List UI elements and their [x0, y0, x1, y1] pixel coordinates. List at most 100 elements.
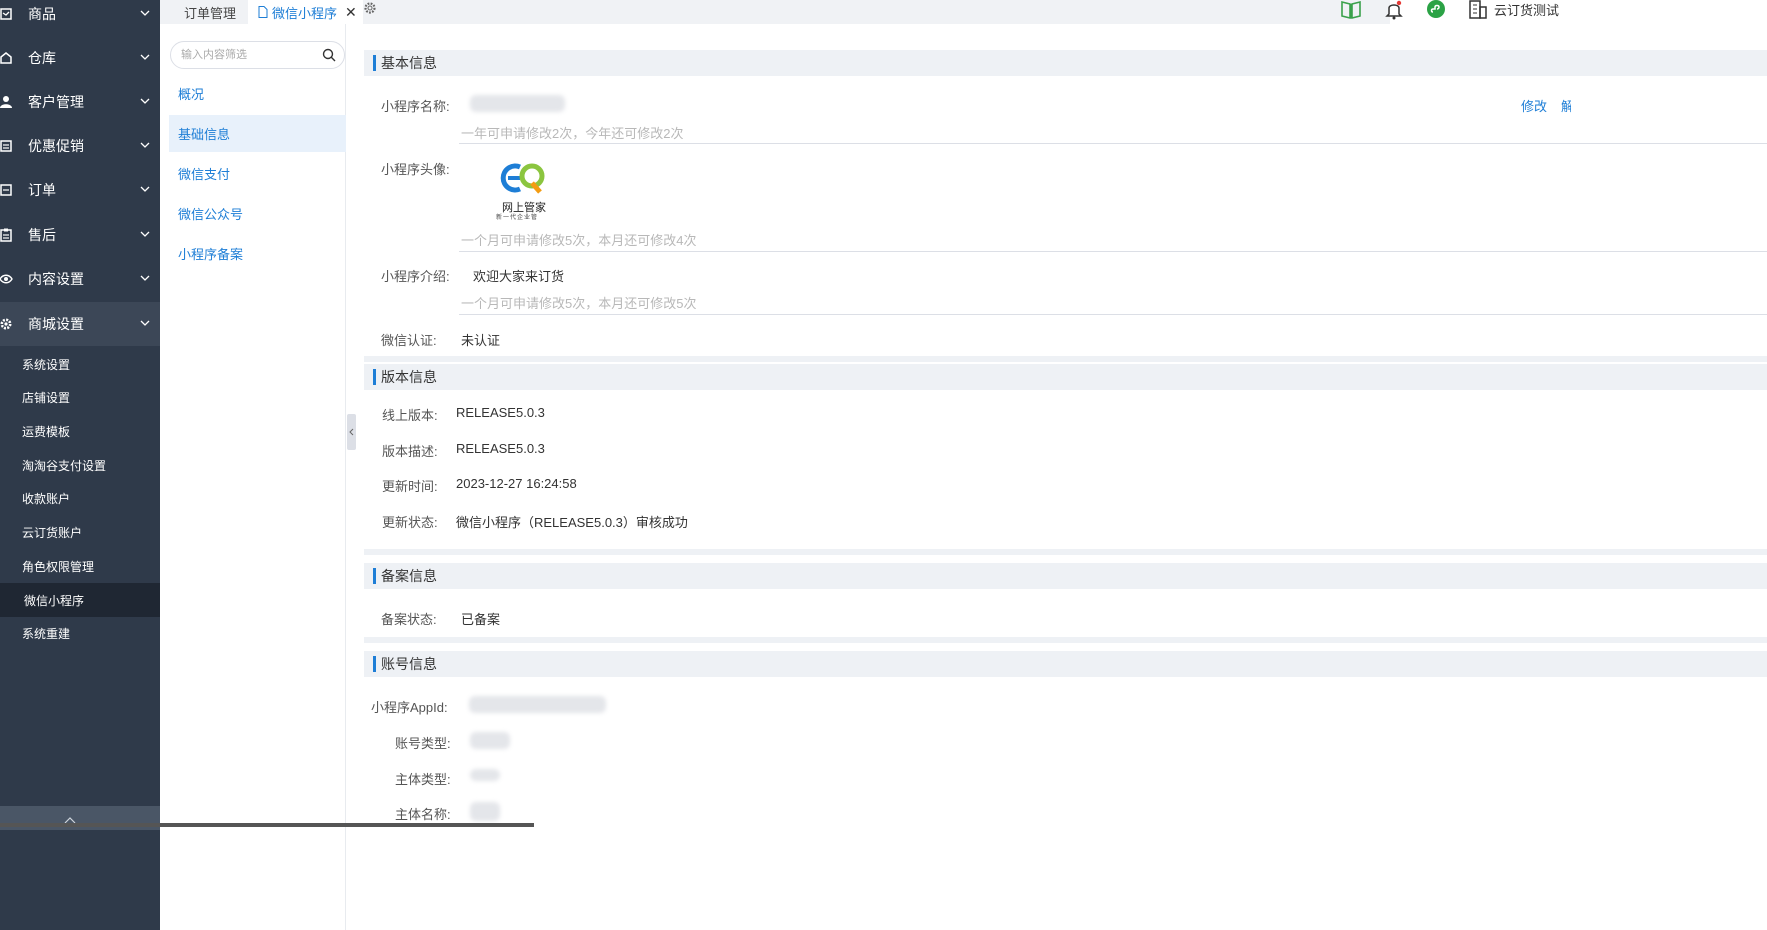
- update-time-label: 更新时间:: [382, 479, 438, 494]
- subject-name-label: 主体名称:: [395, 807, 451, 822]
- submenu-item-label: 系统重建: [22, 626, 71, 641]
- sidebar-item-label: 订单: [28, 182, 56, 198]
- sidebar-item-store-settings[interactable]: 商城设置: [0, 302, 160, 346]
- wechat-cert-label: 微信认证:: [381, 333, 437, 348]
- submenu-item-shop-settings[interactable]: 店铺设置: [0, 380, 160, 414]
- submenu-item-receiving-account[interactable]: 收款账户: [0, 481, 160, 515]
- intro-modify-hint: 一个月可申请修改5次，本月还可修改5次: [461, 296, 697, 311]
- submenu-item-payment-settings[interactable]: 淘淘谷支付设置: [0, 448, 160, 482]
- section-title: 版本信息: [381, 369, 437, 385]
- submenu-item-label: 淘淘谷支付设置: [22, 458, 107, 473]
- nav-label: 基础信息: [178, 127, 231, 142]
- sidebar-item-warehouse[interactable]: 仓库: [0, 36, 160, 80]
- name-modify-hint: 一年可申请修改2次，今年还可修改2次: [461, 126, 684, 141]
- tab-wechat-miniprogram[interactable]: 微信小程序 ✕: [248, 0, 363, 24]
- sidebar-item-customers[interactable]: 客户管理: [0, 80, 160, 124]
- tab-order-management[interactable]: 订单管理: [184, 0, 236, 24]
- subnav-collapse-handle[interactable]: [347, 414, 356, 450]
- submenu-item-label: 角色权限管理: [22, 559, 95, 574]
- edit-name-link[interactable]: 修改: [1521, 96, 1547, 115]
- section-header-account: 账号信息: [364, 651, 1767, 677]
- section-accent-bar: [373, 369, 376, 385]
- search-icon[interactable]: [322, 48, 336, 62]
- sidebar-item-label: 售后: [28, 227, 56, 243]
- close-icon[interactable]: ✕: [345, 4, 357, 21]
- chevron-down-icon: [140, 142, 150, 148]
- section-title: 基本信息: [381, 55, 437, 71]
- sidebar-item-goods[interactable]: 商品: [0, 0, 160, 36]
- online-version-label: 线上版本:: [382, 408, 438, 423]
- eye-icon: [0, 274, 13, 284]
- section-separator: [364, 549, 1767, 555]
- tab-strip: 订单管理 微信小程序 ✕: [160, 0, 1390, 24]
- submenu-item-cloud-account[interactable]: 云订货账户: [0, 515, 160, 549]
- version-desc-value: RELEASE5.0.3: [456, 441, 545, 456]
- submenu-item-system-rebuild[interactable]: 系统重建: [0, 616, 160, 650]
- nav-wechat-official-account[interactable]: 微信公众号: [169, 195, 346, 232]
- update-status-value: 微信小程序（RELEASE5.0.3）审核成功: [456, 515, 688, 530]
- order-icon: [0, 184, 12, 196]
- building-icon[interactable]: [1467, 0, 1489, 20]
- section-accent-bar: [373, 55, 376, 71]
- miniprogram-name-value-redacted: [470, 95, 565, 112]
- divider: [459, 314, 1767, 315]
- warehouse-icon: [0, 52, 12, 64]
- nav-label: 微信支付: [178, 167, 231, 182]
- submenu-item-shipping-template[interactable]: 运费模板: [0, 414, 160, 448]
- unbind-link[interactable]: 解: [1561, 96, 1571, 115]
- section-separator: [364, 637, 1767, 643]
- wechat-cert-value: 未认证: [461, 333, 501, 348]
- document-icon: [258, 6, 268, 18]
- tab-label: 订单管理: [184, 5, 237, 21]
- sidebar-item-orders[interactable]: 订单: [0, 168, 160, 212]
- tab-label: 微信小程序: [272, 5, 338, 21]
- section-header-version: 版本信息: [364, 364, 1767, 390]
- miniprogram-avatar[interactable]: 网上管家 新一代企业管: [496, 159, 548, 223]
- nav-overview[interactable]: 概况: [169, 75, 346, 112]
- chevron-down-icon: [140, 10, 150, 16]
- chevron-left-icon: [349, 428, 354, 436]
- account-type-label: 账号类型:: [395, 736, 451, 751]
- submenu-item-label: 运费模板: [22, 424, 71, 439]
- user-icon: [0, 96, 12, 108]
- chevron-down-icon: [140, 320, 150, 326]
- divider: [459, 251, 1767, 252]
- search-input[interactable]: [181, 46, 321, 64]
- top-bar: 订单管理 微信小程序 ✕ 云订货测试: [160, 0, 1767, 24]
- brand-logo-icon: [500, 163, 545, 194]
- main-content: 基本信息 小程序名称: 修改 解 一年可申请修改2次，今年还可修改2次 小程序头…: [364, 24, 1767, 930]
- secondary-nav: 概况 基础信息 微信支付 微信公众号 小程序备案: [160, 24, 346, 930]
- miniprogram-name-label: 小程序名称:: [381, 99, 450, 114]
- chevron-down-icon: [140, 54, 150, 60]
- nav-wechat-pay[interactable]: 微信支付: [169, 155, 346, 192]
- user-name[interactable]: 云订货测试: [1494, 0, 1559, 19]
- sidebar-item-label: 优惠促销: [28, 138, 84, 154]
- sidebar-item-after-sales[interactable]: 售后: [0, 213, 160, 257]
- book-icon[interactable]: [1340, 0, 1362, 20]
- box-icon: [0, 8, 12, 20]
- bell-icon[interactable]: [1383, 0, 1405, 20]
- main-sidebar: 商品 仓库 客户管理 优惠促销 订单 售后 内容设置 商城设置 系统设置 店铺设…: [0, 0, 160, 930]
- miniprogram-intro-value: 欢迎大家来订货: [473, 269, 565, 284]
- nav-miniprogram-filing[interactable]: 小程序备案: [169, 235, 346, 272]
- submenu-item-system-settings[interactable]: 系统设置: [0, 347, 160, 381]
- sidebar-item-label: 仓库: [28, 50, 56, 66]
- submenu-item-role-permissions[interactable]: 角色权限管理: [0, 549, 160, 583]
- nav-label: 概况: [178, 87, 205, 102]
- subject-type-label: 主体类型:: [395, 772, 451, 787]
- nav-basic-info[interactable]: 基础信息: [169, 115, 346, 152]
- miniprogram-icon[interactable]: [1425, 0, 1447, 20]
- account-type-value-redacted: [470, 732, 510, 749]
- update-status-label: 更新状态:: [382, 515, 438, 530]
- submenu-item-label: 微信小程序: [24, 593, 85, 608]
- sidebar-item-content-settings[interactable]: 内容设置: [0, 257, 160, 301]
- sidebar-item-promotions[interactable]: 优惠促销: [0, 124, 160, 168]
- gear-icon: [0, 318, 12, 330]
- submenu-item-label: 系统设置: [22, 357, 71, 372]
- avatar-logo-subtext: 新一代企业管: [496, 215, 539, 221]
- tab-settings-gear-icon[interactable]: [363, 1, 377, 15]
- section-accent-bar: [373, 568, 376, 584]
- submenu-item-wechat-miniprogram[interactable]: 微信小程序: [0, 583, 160, 617]
- section-separator: [364, 356, 1767, 362]
- horizontal-scrollbar[interactable]: [0, 823, 534, 827]
